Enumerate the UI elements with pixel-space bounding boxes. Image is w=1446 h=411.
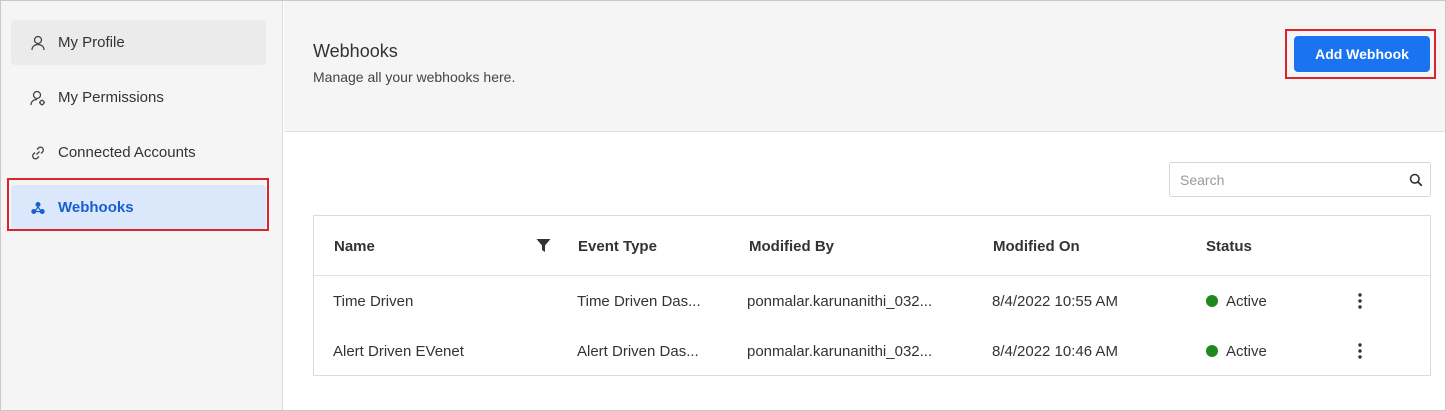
sidebar-item-label: Connected Accounts [58, 144, 196, 161]
cell-modified-on: 8/4/2022 10:46 AM [992, 342, 1118, 360]
column-header-modified-by[interactable]: Modified By [749, 216, 834, 276]
user-gear-icon [29, 89, 47, 107]
search-icon[interactable] [1402, 173, 1430, 187]
add-webhook-button[interactable]: Add Webhook [1294, 36, 1430, 72]
page-header: Webhooks Manage all your webhooks here. … [284, 1, 1445, 132]
status-label: Active [1226, 292, 1267, 310]
page-title: Webhooks [313, 41, 398, 61]
sidebar-item-label: My Permissions [58, 89, 164, 106]
status-dot-icon [1206, 345, 1218, 357]
search-box [1169, 162, 1431, 197]
cell-status: Active [1206, 326, 1267, 376]
column-header-event-type[interactable]: Event Type [578, 216, 657, 276]
column-header-status[interactable]: Status [1206, 216, 1252, 276]
link-icon [29, 144, 47, 162]
row-menu-icon[interactable] [1348, 289, 1372, 313]
filter-icon[interactable] [534, 236, 552, 254]
sidebar-item-label: My Profile [58, 34, 125, 51]
column-header-modified-on[interactable]: Modified On [993, 216, 1080, 276]
table-header: Name Event Type Modified By Modified On … [314, 216, 1430, 276]
cell-modified-by: ponmalar.karunanithi_032... [747, 292, 933, 310]
status-dot-icon [1206, 295, 1218, 307]
sidebar-item-my-profile[interactable]: My Profile [11, 20, 266, 65]
row-menu-icon[interactable] [1348, 339, 1372, 363]
table-row[interactable]: Time Driven Time Driven Das... ponmalar.… [314, 276, 1430, 326]
cell-event-type: Time Driven Das... [577, 292, 701, 310]
page-subtitle: Manage all your webhooks here. [313, 69, 516, 85]
cell-modified-by: ponmalar.karunanithi_032... [747, 342, 933, 360]
cell-name: Alert Driven EVenet [333, 342, 464, 360]
search-input[interactable] [1170, 163, 1402, 196]
webhooks-highlight-box [7, 178, 269, 231]
sidebar-item-connected-accounts[interactable]: Connected Accounts [11, 130, 266, 175]
cell-name: Time Driven [333, 292, 414, 310]
user-icon [29, 34, 47, 52]
sidebar-item-my-permissions[interactable]: My Permissions [11, 75, 266, 120]
column-header-name[interactable]: Name [334, 216, 375, 276]
table-row[interactable]: Alert Driven EVenet Alert Driven Das... … [314, 326, 1430, 376]
webhooks-table: Name Event Type Modified By Modified On … [313, 215, 1431, 376]
cell-status: Active [1206, 276, 1267, 326]
cell-event-type: Alert Driven Das... [577, 342, 699, 360]
cell-modified-on: 8/4/2022 10:55 AM [992, 292, 1118, 310]
status-label: Active [1226, 342, 1267, 360]
